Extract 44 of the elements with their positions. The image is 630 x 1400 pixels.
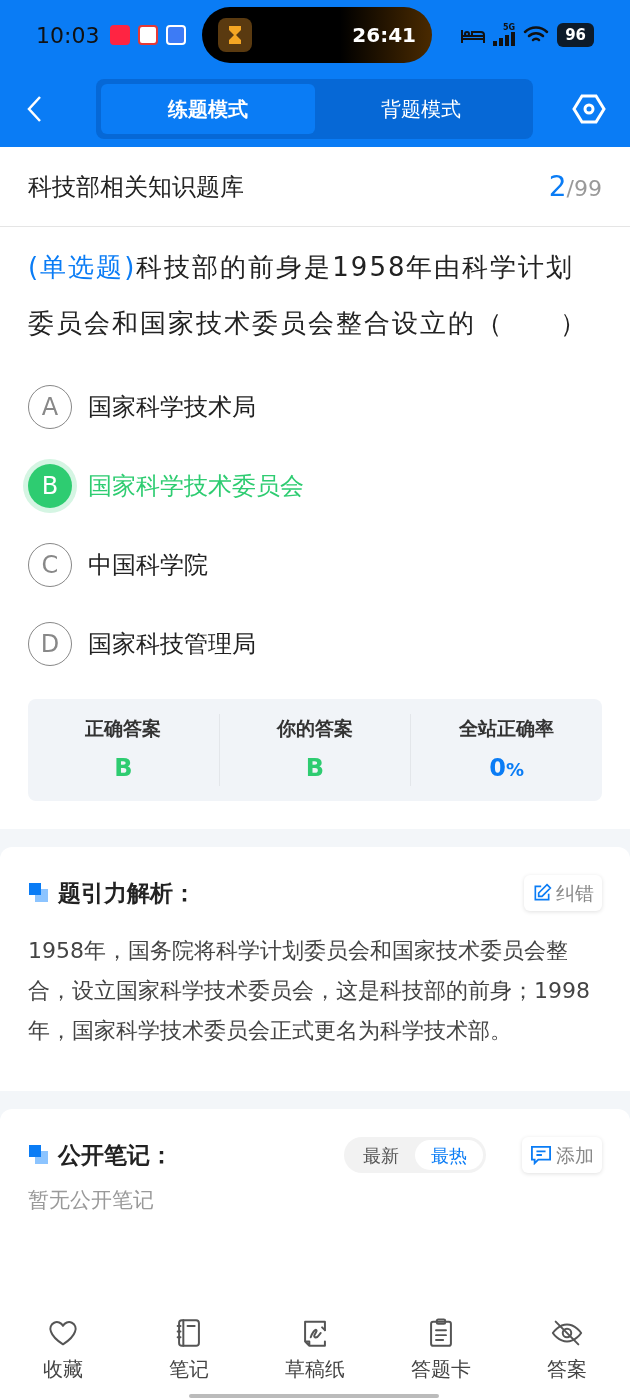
correction-button[interactable]: 纠错 (524, 875, 602, 911)
question-text: (单选题)科技部的前身是1958年由科学计划委员会和国家技术委员会整合设立的（ ） (27, 251, 589, 340)
add-note-button[interactable]: 添加 (522, 1137, 602, 1173)
sort-tab[interactable]: 最热 (415, 1140, 483, 1170)
nav-tab[interactable]: 草稿纸 (270, 1316, 360, 1384)
mode-tab[interactable]: 练题模式 (101, 83, 315, 134)
analysis-text: 1958年，国务院将科学计划委员会和国家技术委员会整合，设立国家科学技术委员会，这是科技部的前身；1998年，国家科学技术委员会正式更名为科学技术部。 (28, 937, 591, 1045)
mode-tab[interactable]: 背题模式 (314, 83, 528, 134)
empty-notes-text: 暂无公开笔记 (28, 1187, 155, 1214)
nav-tab[interactable]: 答题卡 (396, 1316, 486, 1384)
nav-tab[interactable]: 答案 (522, 1316, 612, 1384)
question-counter: 2/99 (548, 168, 602, 205)
answer-option[interactable]: C 中国科学院 (28, 525, 602, 604)
option-text: 中国科学院 (88, 549, 208, 581)
status-time: 10:03 (36, 21, 101, 50)
section-title: 题引力解析： (58, 878, 196, 908)
option-text: 国家科学技术局 (88, 391, 256, 423)
app-badge-icon (138, 25, 158, 45)
network-label: 5G (503, 24, 516, 32)
battery-indicator: 96 (557, 23, 594, 47)
app-badge-icon (110, 25, 130, 45)
section-icon (28, 1144, 50, 1166)
timer-text: 26:41 (352, 22, 416, 49)
stat-label: 全站正确率 (459, 715, 555, 741)
section-icon (28, 882, 50, 904)
edit-icon (532, 883, 552, 903)
stat-label: 正确答案 (85, 715, 162, 741)
nav-tab[interactable]: 笔记 (144, 1316, 234, 1384)
stat-value: B (114, 753, 133, 785)
stat-value: B (305, 753, 325, 785)
bank-title: 科技部相关知识题库 (28, 171, 244, 203)
sort-tab[interactable]: 最新 (347, 1140, 415, 1170)
stat-label: 你的答案 (277, 715, 353, 741)
answer-option[interactable]: A 国家科学技术局 (28, 367, 602, 446)
option-text: 国家科技管理局 (88, 628, 256, 660)
app-badge-icon (166, 25, 186, 45)
section-title: 公开笔记： (58, 1140, 173, 1170)
option-text: 国家科学技术委员会 (88, 470, 304, 502)
answer-option[interactable]: D 国家科技管理局 (28, 604, 602, 683)
stat-value: 0% (489, 753, 525, 785)
nav-tab[interactable]: 收藏 (18, 1316, 108, 1384)
comment-icon (530, 1145, 552, 1165)
hourglass-icon (218, 18, 252, 52)
signal-icon (493, 32, 516, 46)
